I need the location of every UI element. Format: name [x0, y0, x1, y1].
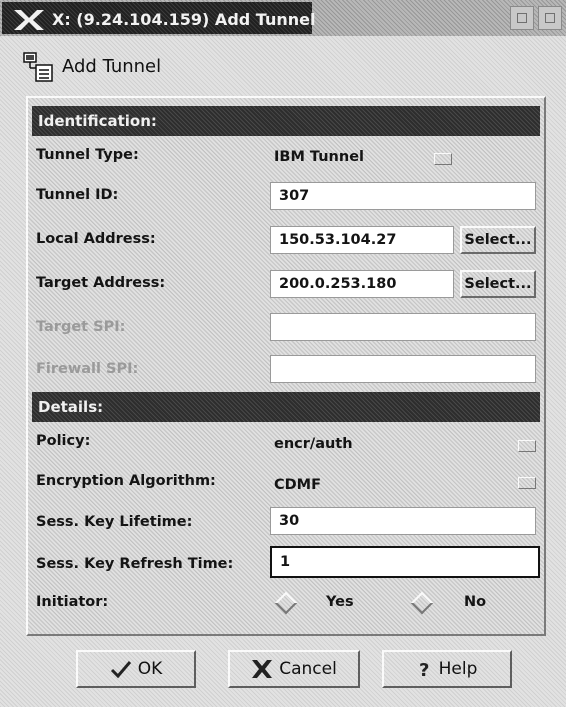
target-address-field[interactable]: 200.0.253.180 [270, 270, 454, 298]
svg-text:?: ? [419, 660, 429, 679]
minimize-button[interactable] [510, 6, 534, 30]
sess-key-lifetime-field[interactable]: 30 [270, 507, 536, 535]
initiator-no-label[interactable]: No [464, 594, 486, 610]
encryption-dropdown-indicator[interactable] [518, 477, 536, 489]
sess-key-lifetime-label: Sess. Key Lifetime: [36, 514, 193, 530]
help-question-icon: ? [419, 660, 429, 679]
section-header-identification: Identification: [32, 106, 540, 136]
section-title-identification: Identification: [38, 112, 157, 130]
target-spi-label: Target SPI: [36, 319, 126, 335]
cancel-button-label: Cancel [279, 659, 337, 679]
ok-button-label: OK [137, 659, 163, 679]
sess-key-refresh-label: Sess. Key Refresh Time: [36, 556, 234, 572]
checkmark-icon [110, 661, 131, 679]
encryption-algorithm-value[interactable]: CDMF [274, 477, 321, 493]
target-address-select-button[interactable]: Select... [460, 270, 536, 298]
firewall-spi-label: Firewall SPI: [36, 361, 139, 377]
window-title: X: (9.24.104.159) Add Tunnel [52, 10, 316, 29]
cancel-x-icon [252, 660, 273, 678]
tunnel-type-label: Tunnel Type: [36, 147, 139, 163]
local-address-field[interactable]: 150.53.104.27 [270, 226, 454, 254]
ok-button[interactable]: OK [76, 650, 196, 688]
tunnel-id-label: Tunnel ID: [36, 187, 119, 203]
target-address-label: Target Address: [36, 275, 166, 291]
sess-key-refresh-field[interactable]: 1 [270, 546, 540, 578]
section-title-details: Details: [38, 398, 104, 416]
help-button-label: Help [438, 659, 478, 679]
tunnel-id-field[interactable]: 307 [270, 182, 536, 210]
title-bar[interactable]: X: (9.24.104.159) Add Tunnel [0, 0, 566, 36]
tunnel-type-value[interactable]: IBM Tunnel [274, 149, 364, 165]
encryption-algorithm-label: Encryption Algorithm: [36, 473, 216, 489]
policy-value[interactable]: encr/auth [274, 436, 353, 452]
policy-label: Policy: [36, 433, 91, 449]
local-address-select-button[interactable]: Select... [460, 226, 536, 254]
initiator-label: Initiator: [36, 594, 109, 610]
title-bar-active-area[interactable]: X: (9.24.104.159) Add Tunnel [2, 2, 316, 34]
local-address-label: Local Address: [36, 231, 156, 247]
initiator-yes-label[interactable]: Yes [326, 594, 354, 610]
x-window-icon[interactable] [12, 8, 46, 32]
policy-dropdown-indicator[interactable] [518, 440, 536, 452]
firewall-spi-field[interactable] [270, 355, 536, 383]
tunnel-type-dropdown-indicator[interactable] [434, 153, 452, 165]
maximize-button[interactable] [538, 6, 562, 30]
tunnel-config-icon [23, 52, 53, 82]
cancel-button[interactable]: Cancel [228, 650, 360, 688]
section-header-details: Details: [32, 392, 540, 422]
target-spi-field[interactable] [270, 313, 536, 341]
help-button[interactable]: ? Help [382, 650, 512, 688]
dialog-title: Add Tunnel [62, 56, 162, 77]
